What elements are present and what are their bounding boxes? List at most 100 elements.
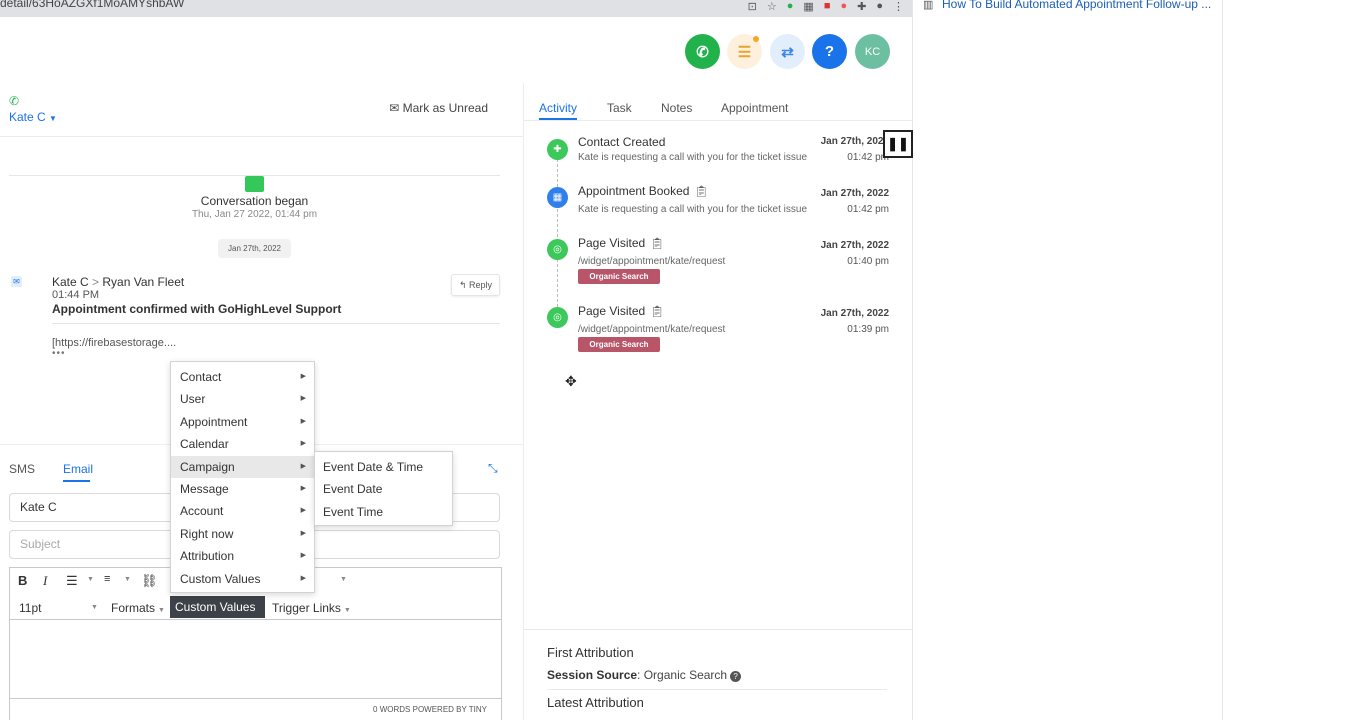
tab-email[interactable]: Email bbox=[63, 462, 93, 476]
submenu-item-event-date[interactable]: Event Date bbox=[315, 478, 452, 500]
star-icon[interactable]: ☆ bbox=[767, 0, 777, 13]
submenu-item-event-date-time[interactable]: Event Date & Time bbox=[315, 456, 452, 478]
contact-name: Kate C bbox=[9, 110, 46, 124]
caret-down-icon[interactable]: ▼ bbox=[124, 576, 131, 583]
avatar[interactable]: KC bbox=[855, 34, 890, 69]
browser-url-bar[interactable]: detail/63HoAZGXf1MoAMYshbAW ⊡ ☆ ● ▦ ■ ● … bbox=[0, 0, 912, 17]
avatar-initials: KC bbox=[864, 45, 881, 58]
globe-icon: ◎ bbox=[547, 239, 568, 260]
bullet-list-icon[interactable]: ☰ bbox=[66, 573, 78, 589]
contact-name-dropdown[interactable]: Kate C ▼ bbox=[9, 110, 57, 124]
submenu-item-event-time[interactable]: Event Time bbox=[315, 501, 452, 523]
caret-down-icon[interactable]: ▼ bbox=[91, 604, 98, 611]
extension-calendar-icon[interactable]: ▦ bbox=[803, 0, 813, 13]
editor-body[interactable] bbox=[10, 621, 501, 698]
caret-right-icon: ▶ bbox=[300, 440, 306, 448]
call-button[interactable]: ✆ bbox=[685, 34, 720, 69]
puzzle-icon[interactable]: ✚ bbox=[857, 0, 866, 13]
menu-item-appointment[interactable]: Appointment ▶ bbox=[171, 411, 314, 433]
caret-right-icon: ▶ bbox=[300, 574, 306, 582]
font-size-value: 11pt bbox=[19, 601, 42, 615]
question-icon[interactable]: ? bbox=[730, 671, 742, 682]
message-time: 01:44 PM bbox=[52, 289, 100, 301]
conversation-began-title: Conversation began bbox=[200, 194, 309, 208]
menu-item-custom-values[interactable]: Custom Values ▶ bbox=[171, 568, 314, 590]
globe-icon: ◎ bbox=[547, 307, 568, 328]
timeline-line bbox=[557, 149, 558, 317]
tab-sms[interactable]: SMS bbox=[9, 462, 35, 476]
menu-item-contact[interactable]: Contact ▶ bbox=[171, 366, 314, 388]
custom-values-button[interactable]: Custom Values ▼ bbox=[170, 596, 265, 635]
mark-unread-button[interactable]: ✉ Mark as Unread bbox=[389, 101, 488, 115]
clipboard-icon[interactable]: 📋︎ bbox=[650, 237, 664, 250]
first-attribution-title: First Attribution bbox=[547, 645, 634, 660]
font-size-select[interactable]: 11pt bbox=[19, 601, 41, 615]
profile-icon[interactable]: ● bbox=[876, 0, 883, 12]
menu-item-account[interactable]: Account ▶ bbox=[171, 500, 314, 522]
extension-red-icon[interactable]: ■ bbox=[824, 0, 831, 12]
session-source: Session Source: Organic Search? bbox=[547, 668, 742, 682]
session-source-value: Organic Search bbox=[643, 668, 728, 682]
reply-label: Reply bbox=[469, 280, 493, 290]
tasks-button[interactable]: ☰ bbox=[727, 34, 762, 69]
activity-tabs: Activity Task Notes Appointment bbox=[524, 83, 913, 121]
envelope-icon: ✉ bbox=[389, 101, 400, 115]
conversation-began-date: Thu, Jan 27 2022, 01:44 pm bbox=[191, 209, 318, 220]
menu-item-message[interactable]: Message ▶ bbox=[171, 478, 314, 500]
clipboard-icon[interactable]: 📋︎ bbox=[694, 185, 708, 198]
help-button[interactable]: ? bbox=[812, 34, 847, 69]
pause-button[interactable]: ❚❚ bbox=[883, 130, 913, 158]
caret-right-icon: ▶ bbox=[300, 395, 306, 403]
italic-icon[interactable]: I bbox=[43, 573, 47, 589]
notification-dot bbox=[753, 36, 759, 42]
menu-item-user[interactable]: User ▶ bbox=[171, 388, 314, 410]
side-panel-title[interactable]: How To Build Automated Appointment Follo… bbox=[942, 0, 1211, 11]
menu-item-attribution[interactable]: Attribution ▶ bbox=[171, 545, 314, 567]
reply-button[interactable]: ↰ Reply bbox=[451, 274, 500, 296]
menu-item-campaign[interactable]: Campaign ▶ bbox=[171, 455, 314, 478]
activity-date: Jan 27th, 2022 bbox=[820, 240, 889, 251]
swap-button[interactable]: ⇄ bbox=[770, 34, 805, 69]
url-text[interactable]: detail/63HoAZGXf1MoAMYshbAW bbox=[0, 0, 184, 10]
extension-green-icon[interactable]: ● bbox=[787, 0, 794, 12]
numbered-list-icon[interactable]: ≡ bbox=[104, 573, 110, 585]
menu-dots-icon[interactable]: ⋮ bbox=[893, 0, 904, 13]
activity-date: Jan 27th, 2022 bbox=[820, 136, 889, 147]
menu-item-label: Campaign bbox=[180, 459, 235, 474]
bold-icon[interactable]: B bbox=[18, 573, 27, 588]
trigger-links-label: Trigger Links bbox=[272, 601, 341, 615]
move-cursor-icon: ✥ bbox=[565, 373, 577, 389]
list-icon: ☰ bbox=[737, 43, 752, 61]
caret-right-icon: ▶ bbox=[300, 373, 306, 380]
formats-select[interactable]: Formats ▼ bbox=[111, 601, 165, 615]
tab-task[interactable]: Task bbox=[607, 101, 632, 115]
custom-values-label: Custom Values bbox=[175, 600, 256, 614]
menu-item-label: Attribution bbox=[180, 549, 235, 564]
activity-desc: /widget/appointment/kate/request bbox=[578, 256, 726, 267]
reply-icon: ↰ bbox=[458, 280, 467, 290]
expand-message-button[interactable]: ••• bbox=[52, 348, 66, 359]
menu-item-label: Appointment bbox=[180, 414, 248, 429]
collapse-icon[interactable]: ⤡ bbox=[488, 461, 498, 476]
message-link[interactable]: [https://firebasestorage.... bbox=[52, 337, 176, 349]
menu-item-label: Calendar bbox=[180, 437, 229, 452]
caret-down-icon[interactable]: ▼ bbox=[340, 576, 347, 583]
contact-header: ✆ Kate C ▼ ✉ Mark as Unread bbox=[0, 83, 523, 137]
lock-icon[interactable]: ⊡ bbox=[748, 0, 757, 13]
source-badge: Organic Search bbox=[578, 269, 660, 284]
activity-desc: Kate is requesting a call with you for t… bbox=[578, 152, 808, 163]
tab-appointment[interactable]: Appointment bbox=[721, 101, 788, 115]
active-tab-indicator bbox=[63, 480, 90, 482]
tab-activity[interactable]: Activity bbox=[539, 101, 577, 115]
tab-notes[interactable]: Notes bbox=[661, 101, 692, 115]
blank-area bbox=[1222, 0, 1371, 720]
phone-icon: ✆ bbox=[9, 94, 20, 108]
trigger-links-select[interactable]: Trigger Links ▼ bbox=[272, 601, 351, 615]
menu-item-right-now[interactable]: Right now ▶ bbox=[171, 523, 314, 545]
caret-down-icon[interactable]: ▼ bbox=[87, 576, 94, 583]
menu-item-calendar[interactable]: Calendar ▶ bbox=[171, 433, 314, 455]
link-icon[interactable]: ⛓ bbox=[141, 573, 158, 589]
extension-orange-icon[interactable]: ● bbox=[840, 0, 847, 12]
activity-title-row: Appointment Booked 📋︎ bbox=[578, 184, 708, 198]
clipboard-icon[interactable]: 📋︎ bbox=[650, 305, 664, 318]
